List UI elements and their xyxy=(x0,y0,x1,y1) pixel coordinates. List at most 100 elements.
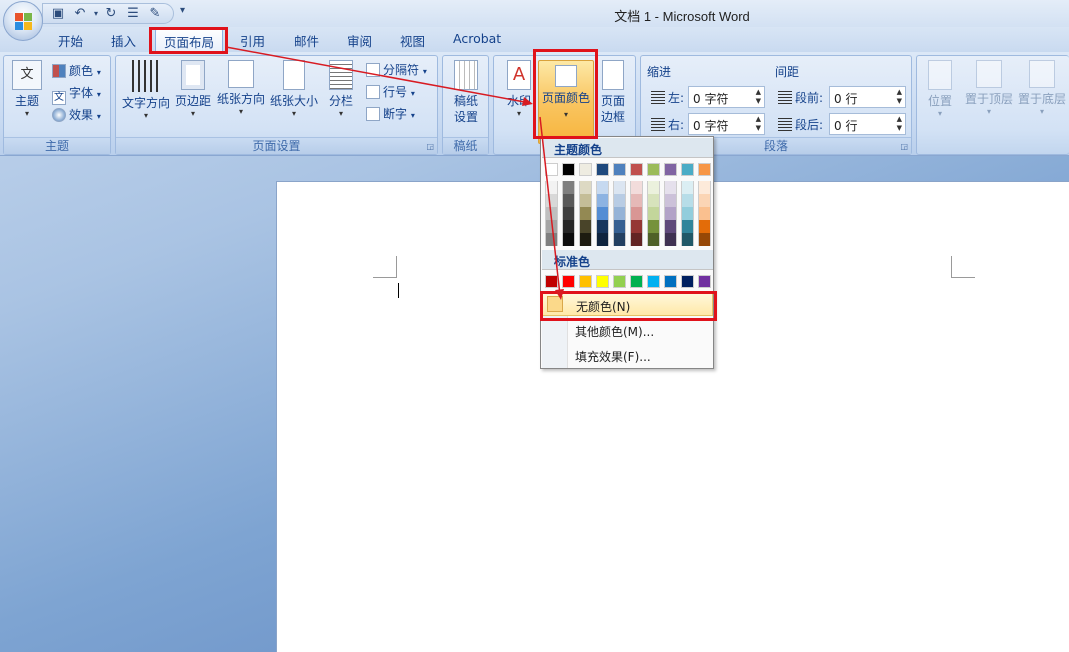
indent-right-input[interactable]: 0 字符 ▲ ▼ xyxy=(688,113,765,135)
theme-color-swatch[interactable] xyxy=(698,163,711,176)
size-button[interactable]: 纸张大小 ▾ xyxy=(269,60,319,119)
theme-shade-swatch[interactable] xyxy=(681,194,694,207)
theme-shade-swatch[interactable] xyxy=(664,233,677,246)
tab-mailings[interactable]: 邮件 xyxy=(294,31,319,50)
redo-icon[interactable]: ↻ xyxy=(103,6,119,22)
bring-to-front-button[interactable]: 置于顶层 ▾ xyxy=(963,60,1015,117)
theme-color-swatch[interactable] xyxy=(647,163,660,176)
spacing-after-input[interactable]: 0 行 ▲ ▼ xyxy=(829,113,906,135)
page-borders-button[interactable]: 页面 边框 xyxy=(596,60,630,125)
office-button[interactable] xyxy=(3,1,43,41)
undo-icon[interactable]: ↶ xyxy=(72,6,88,22)
standard-color-swatch[interactable] xyxy=(681,275,694,288)
theme-shade-swatch[interactable] xyxy=(562,194,575,207)
theme-shade-swatch[interactable] xyxy=(579,233,592,246)
theme-shade-swatch[interactable] xyxy=(630,220,643,233)
theme-color-swatch[interactable] xyxy=(545,163,558,176)
save-icon[interactable]: ▣ xyxy=(50,6,66,22)
theme-shade-swatch[interactable] xyxy=(681,220,694,233)
dialog-launcher-icon[interactable]: ◲ xyxy=(426,142,434,151)
theme-colors-button[interactable]: 颜色 ▾ xyxy=(52,62,101,79)
columns-button[interactable]: 分栏 ▾ xyxy=(324,60,358,119)
manuscript-settings-button[interactable]: 稿纸 设置 xyxy=(449,60,483,125)
spinner-icon[interactable]: ▲ ▼ xyxy=(756,115,761,133)
hyphenation-button[interactable]: 断字 ▾ xyxy=(366,105,415,122)
theme-shade-swatch[interactable] xyxy=(647,233,660,246)
tab-view[interactable]: 视图 xyxy=(400,31,425,50)
theme-shade-swatch[interactable] xyxy=(545,220,558,233)
theme-shade-swatch[interactable] xyxy=(562,181,575,194)
theme-shade-swatch[interactable] xyxy=(698,194,711,207)
position-button[interactable]: 位置 ▾ xyxy=(923,60,957,119)
theme-shade-swatch[interactable] xyxy=(562,233,575,246)
standard-color-swatch[interactable] xyxy=(630,275,643,288)
standard-color-swatch[interactable] xyxy=(562,275,575,288)
theme-color-swatch[interactable] xyxy=(630,163,643,176)
theme-shade-swatch[interactable] xyxy=(647,207,660,220)
text-direction-button[interactable]: 文字方向 ▾ xyxy=(120,60,172,121)
line-numbers-button[interactable]: 行号 ▾ xyxy=(366,83,415,100)
breaks-button[interactable]: 分隔符 ▾ xyxy=(366,61,427,78)
edit-icon[interactable]: ✎ xyxy=(147,6,163,22)
theme-shade-swatch[interactable] xyxy=(596,233,609,246)
theme-effects-button[interactable]: 效果 ▾ xyxy=(52,106,101,123)
fill-effects-item[interactable]: 填充效果(F)... xyxy=(542,343,713,367)
theme-shade-swatch[interactable] xyxy=(664,194,677,207)
theme-shade-swatch[interactable] xyxy=(664,207,677,220)
theme-shade-swatch[interactable] xyxy=(545,194,558,207)
undo-dropdown-icon[interactable]: ▾ xyxy=(88,6,104,22)
theme-color-swatch[interactable] xyxy=(681,163,694,176)
theme-shade-swatch[interactable] xyxy=(698,181,711,194)
standard-color-swatch[interactable] xyxy=(647,275,660,288)
theme-shade-swatch[interactable] xyxy=(596,181,609,194)
theme-shade-swatch[interactable] xyxy=(664,181,677,194)
tab-insert[interactable]: 插入 xyxy=(111,31,136,50)
theme-shade-swatch[interactable] xyxy=(647,194,660,207)
standard-color-swatch[interactable] xyxy=(579,275,592,288)
theme-shade-swatch[interactable] xyxy=(613,207,626,220)
standard-color-swatch[interactable] xyxy=(545,275,558,288)
theme-shade-swatch[interactable] xyxy=(579,181,592,194)
tab-home[interactable]: 开始 xyxy=(58,31,83,50)
dialog-launcher-icon[interactable]: ◲ xyxy=(900,142,908,151)
theme-color-swatch[interactable] xyxy=(613,163,626,176)
theme-shade-swatch[interactable] xyxy=(698,207,711,220)
more-colors-item[interactable]: 其他颜色(M)... xyxy=(542,318,713,342)
theme-shade-swatch[interactable] xyxy=(596,207,609,220)
theme-shade-swatch[interactable] xyxy=(681,207,694,220)
themes-button[interactable]: 文 主题 ▾ xyxy=(10,60,44,119)
tab-references[interactable]: 引用 xyxy=(240,31,265,50)
send-to-back-button[interactable]: 置于底层 ▾ xyxy=(1016,60,1068,117)
theme-color-swatch[interactable] xyxy=(579,163,592,176)
customize-qat-icon[interactable]: ▾ xyxy=(180,5,185,16)
theme-shade-swatch[interactable] xyxy=(545,233,558,246)
theme-color-swatch[interactable] xyxy=(562,163,575,176)
theme-shade-swatch[interactable] xyxy=(681,181,694,194)
spinner-icon[interactable]: ▲ ▼ xyxy=(756,88,761,106)
theme-shade-swatch[interactable] xyxy=(681,233,694,246)
tab-review[interactable]: 审阅 xyxy=(347,31,372,50)
theme-shade-swatch[interactable] xyxy=(630,207,643,220)
spinner-icon[interactable]: ▲ ▼ xyxy=(897,115,902,133)
standard-color-swatch[interactable] xyxy=(664,275,677,288)
watermark-button[interactable]: A 水印 ▾ xyxy=(502,60,536,119)
theme-shade-swatch[interactable] xyxy=(630,181,643,194)
theme-shade-swatch[interactable] xyxy=(562,220,575,233)
indent-left-input[interactable]: 0 字符 ▲ ▼ xyxy=(688,86,765,108)
theme-shade-swatch[interactable] xyxy=(562,207,575,220)
theme-color-swatch[interactable] xyxy=(664,163,677,176)
theme-shade-swatch[interactable] xyxy=(664,220,677,233)
standard-color-swatch[interactable] xyxy=(596,275,609,288)
orientation-button[interactable]: 纸张方向 ▾ xyxy=(216,60,266,117)
margins-button[interactable]: 页边距 ▾ xyxy=(173,60,213,119)
theme-shade-swatch[interactable] xyxy=(613,181,626,194)
theme-shade-swatch[interactable] xyxy=(545,207,558,220)
theme-shade-swatch[interactable] xyxy=(613,233,626,246)
theme-shade-swatch[interactable] xyxy=(613,220,626,233)
theme-shade-swatch[interactable] xyxy=(647,181,660,194)
theme-shade-swatch[interactable] xyxy=(596,194,609,207)
standard-color-swatch[interactable] xyxy=(613,275,626,288)
theme-shade-swatch[interactable] xyxy=(579,220,592,233)
spinner-icon[interactable]: ▲ ▼ xyxy=(897,88,902,106)
standard-color-swatch[interactable] xyxy=(698,275,711,288)
